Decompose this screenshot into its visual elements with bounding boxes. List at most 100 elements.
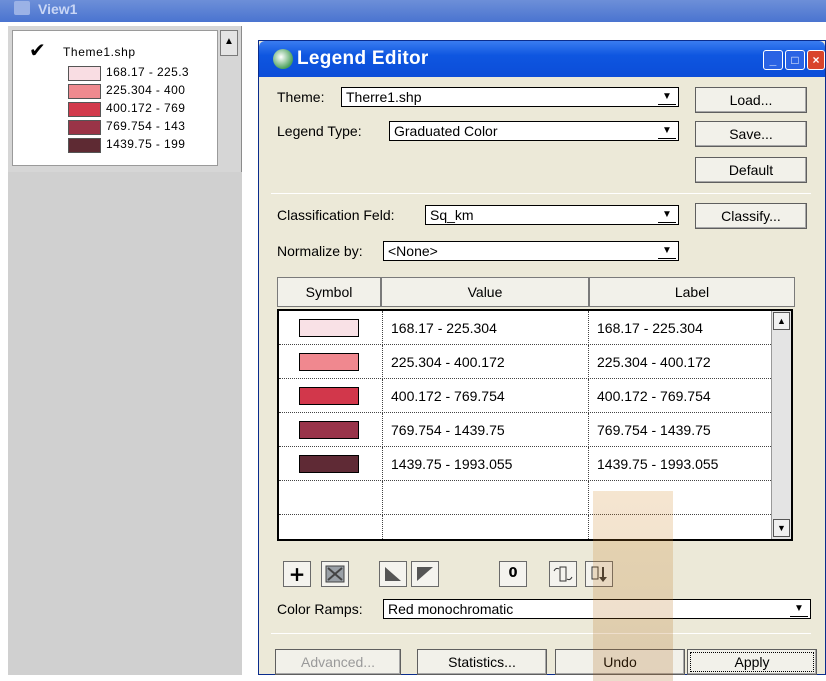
chevron-down-icon[interactable]: ▼: [658, 243, 676, 259]
label-cell[interactable]: 168.17 - 225.304: [589, 311, 773, 345]
symbol-cell[interactable]: [279, 481, 383, 515]
symbol-cell[interactable]: [279, 515, 383, 539]
symbol-cell[interactable]: [279, 379, 383, 413]
symbol-cell[interactable]: [279, 447, 383, 481]
view-icon: [14, 1, 30, 15]
symbol-swatch[interactable]: [299, 421, 359, 439]
view-title: View1: [38, 1, 78, 17]
symbol-cell[interactable]: [279, 345, 383, 379]
table-row-empty[interactable]: [279, 481, 773, 515]
symbol-swatch[interactable]: [299, 455, 359, 473]
section-divider: [271, 633, 811, 634]
legend-grid: 168.17 - 225.304 168.17 - 225.304 225.30…: [277, 309, 793, 541]
ramp-up-icon: [385, 567, 401, 581]
symbol-swatch[interactable]: [299, 353, 359, 371]
toc-legend-label: 1439.75 - 199: [106, 137, 186, 151]
toc-legend-label: 168.17 - 225.3: [106, 65, 189, 79]
label-cell[interactable]: 769.754 - 1439.75: [589, 413, 773, 447]
dialog-title-bar[interactable]: Legend Editor _ □ ×: [259, 41, 825, 77]
toc-swatch: [68, 102, 101, 117]
toc-swatch: [68, 84, 101, 99]
toc-swatch: [68, 120, 101, 135]
table-row[interactable]: 168.17 - 225.304 168.17 - 225.304: [279, 311, 773, 345]
toc-swatch: [68, 66, 101, 81]
scroll-down-icon[interactable]: ▼: [773, 519, 790, 537]
legend-editor-icon: [273, 49, 293, 69]
copy-symbol-button[interactable]: [549, 561, 577, 587]
value-cell[interactable]: 769.754 - 1439.75: [383, 413, 589, 447]
value-cell[interactable]: [383, 515, 589, 539]
delete-class-button[interactable]: [321, 561, 349, 587]
value-cell[interactable]: 168.17 - 225.304: [383, 311, 589, 345]
symbol-swatch[interactable]: [299, 319, 359, 337]
watermark-logo: [593, 491, 673, 681]
grid-scrollbar[interactable]: ▲ ▼: [771, 311, 791, 539]
toc-scroll-up-button[interactable]: ▲: [220, 30, 238, 56]
table-row[interactable]: 769.754 - 1439.75 769.754 - 1439.75: [279, 413, 773, 447]
view-title-bar: View1: [0, 0, 826, 22]
theme-visibility-checkbox[interactable]: ✔: [29, 41, 46, 61]
delete-icon: [325, 565, 345, 583]
add-class-button[interactable]: +: [283, 561, 311, 587]
flip-ramp-button[interactable]: [411, 561, 439, 587]
table-row[interactable]: 225.304 - 400.172 225.304 - 400.172: [279, 345, 773, 379]
value-cell[interactable]: 400.172 - 769.754: [383, 379, 589, 413]
normalize-by-dropdown[interactable]: <None> ▼: [383, 241, 679, 261]
apply-button[interactable]: Apply: [687, 649, 817, 675]
maximize-icon[interactable]: □: [785, 50, 805, 70]
column-header-value[interactable]: Value: [381, 277, 589, 307]
theme-dropdown[interactable]: Therre1.shp ▼: [341, 87, 679, 107]
theme-value: Therre1.shp: [346, 89, 422, 105]
ramp-down-icon: [417, 567, 433, 581]
color-ramps-label: Color Ramps:: [277, 601, 363, 617]
toc-legend-panel: ✔ Theme1.shp 168.17 - 225.3 225.304 - 40…: [12, 30, 218, 166]
toc-empty-area: [8, 172, 242, 675]
toc-legend-label: 400.172 - 769: [106, 101, 186, 115]
label-cell[interactable]: 1439.75 - 1993.055: [589, 447, 773, 481]
symbol-cell[interactable]: [279, 413, 383, 447]
statistics-button[interactable]: Statistics...: [417, 649, 547, 675]
legend-type-label: Legend Type:: [277, 123, 362, 139]
table-row[interactable]: 400.172 - 769.754 400.172 - 769.754: [279, 379, 773, 413]
symbol-cell[interactable]: [279, 311, 383, 345]
column-header-label[interactable]: Label: [589, 277, 795, 307]
theme-label: Theme:: [277, 89, 325, 105]
normalize-by-value: <None>: [388, 243, 438, 259]
classification-field-label: Classification Feld:: [277, 207, 395, 223]
color-ramps-value: Red monochromatic: [388, 601, 514, 617]
table-row[interactable]: 1439.75 - 1993.055 1439.75 - 1993.055: [279, 447, 773, 481]
legend-grid-header: Symbol Value Label: [277, 277, 795, 307]
save-button[interactable]: Save...: [695, 121, 807, 147]
load-button[interactable]: Load...: [695, 87, 807, 113]
legend-editor-dialog: Legend Editor _ □ × Theme: Therre1.shp ▼…: [258, 40, 826, 681]
null-values-button[interactable]: 0: [499, 561, 527, 587]
normalize-by-label: Normalize by:: [277, 243, 363, 259]
classification-field-dropdown[interactable]: Sq_km ▼: [425, 205, 679, 225]
chevron-down-icon[interactable]: ▼: [658, 123, 676, 139]
column-header-symbol[interactable]: Symbol: [277, 277, 381, 307]
advanced-button[interactable]: Advanced...: [275, 649, 401, 675]
symbol-swatch[interactable]: [299, 387, 359, 405]
chevron-down-icon[interactable]: ▼: [658, 89, 676, 105]
classify-button[interactable]: Classify...: [695, 203, 807, 229]
table-row-empty[interactable]: [279, 515, 773, 539]
chevron-down-icon[interactable]: ▼: [658, 207, 676, 223]
chevron-down-icon[interactable]: ▼: [790, 601, 808, 617]
label-cell[interactable]: 400.172 - 769.754: [589, 379, 773, 413]
value-cell[interactable]: 1439.75 - 1993.055: [383, 447, 589, 481]
toc-legend-label: 769.754 - 143: [106, 119, 186, 133]
close-icon[interactable]: ×: [807, 50, 825, 70]
minimize-icon[interactable]: _: [763, 50, 783, 70]
default-button[interactable]: Default: [695, 157, 807, 183]
value-cell[interactable]: 225.304 - 400.172: [383, 345, 589, 379]
section-divider: [271, 193, 811, 194]
legend-type-value: Graduated Color: [394, 123, 498, 139]
flip-symbols-button[interactable]: [379, 561, 407, 587]
legend-type-dropdown[interactable]: Graduated Color ▼: [389, 121, 679, 141]
scroll-up-icon[interactable]: ▲: [773, 312, 790, 330]
toc-theme-name[interactable]: Theme1.shp: [63, 45, 136, 59]
label-cell[interactable]: 225.304 - 400.172: [589, 345, 773, 379]
dialog-title: Legend Editor: [297, 48, 429, 69]
classification-field-value: Sq_km: [430, 207, 474, 223]
value-cell[interactable]: [383, 481, 589, 515]
